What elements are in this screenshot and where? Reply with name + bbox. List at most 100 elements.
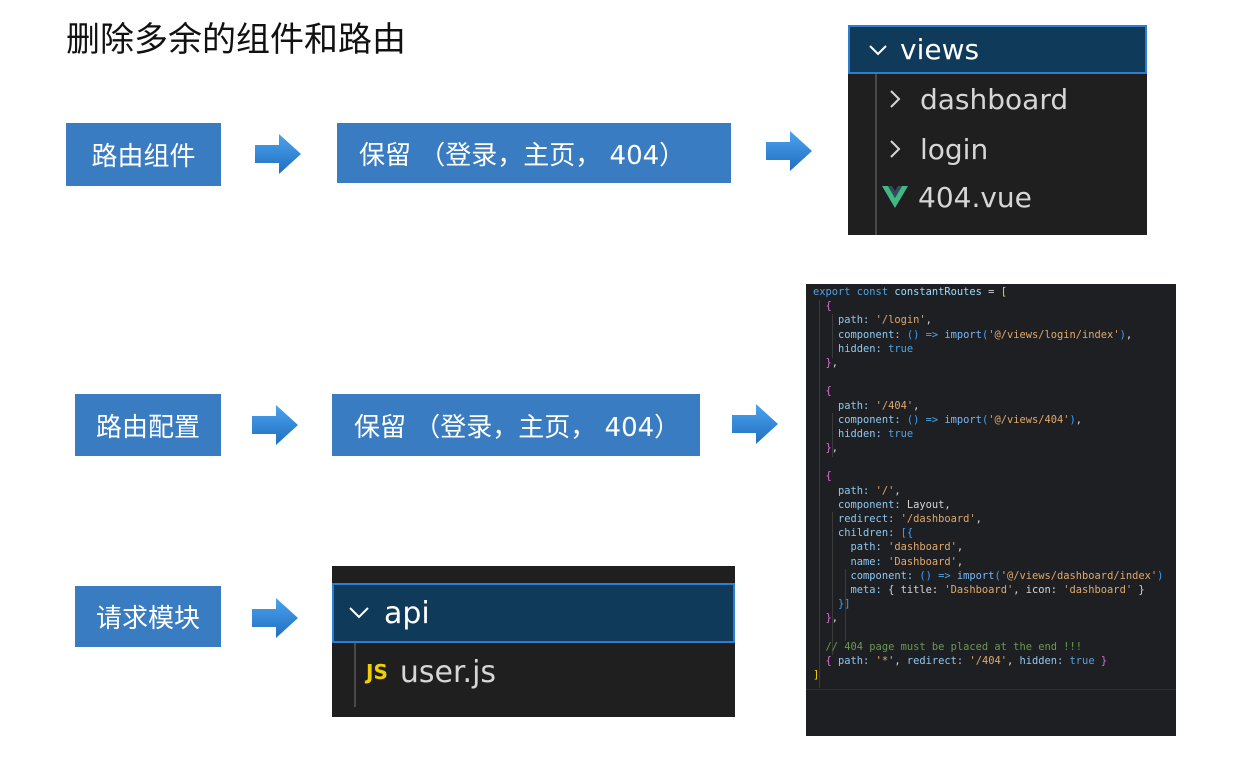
code-token: } [813,442,832,455]
code-token: } [813,356,832,369]
code-token: '*' [875,654,895,667]
code-line: { [813,469,1176,483]
code-token: }] [813,598,851,611]
code-line: export const constantRoutes = [ [813,285,1176,299]
code-line: hidden: true [813,427,1176,441]
code-token: ) [1157,569,1164,582]
code-token: 'dashboard' [1063,583,1133,596]
code-line: redirect: '/dashboard', [813,512,1176,526]
chevron-down-icon [349,607,369,619]
code-token: , [831,612,839,625]
indent-guide [354,643,356,707]
code-line: component: () => import('@/views/dashboa… [813,569,1176,583]
code-token: { [813,300,832,313]
code-token: , [975,513,982,525]
code-token: , icon: [1013,583,1064,596]
api-explorer: api JS user.js [332,566,735,717]
code-line: meta: { title: 'Dashboard', icon: 'dashb… [813,583,1176,597]
arrow-right-icon [732,404,778,444]
code-token: import [956,569,995,582]
route-config-label: 路由配置 [95,412,200,443]
code-token: , [956,541,964,554]
arrow-right-icon [766,131,812,171]
api-folder-header[interactable]: api [332,583,735,643]
code-token: '@/views/404' [988,413,1070,426]
code-token: , [894,484,901,497]
explorer-item-dashboard[interactable]: dashboard [888,81,1068,117]
indent-guide [875,74,877,235]
code-line: { [813,384,1176,398]
code-token: , [925,314,932,327]
code-token: path: [838,654,876,667]
arrow-right-icon [252,405,298,445]
code-token: '@/views/login/index' [988,328,1120,341]
code-line: children: [{ [813,526,1176,540]
code-token: true [888,427,914,440]
explorer-item-label: user.js [399,654,497,690]
code-line: path: 'dashboard', [813,540,1176,554]
code-token: { [813,385,832,398]
code-line: path: '/login', [813,313,1176,327]
code-token: redirect: [813,513,901,525]
code-token: export const [813,286,895,298]
code-token: hidden: [813,427,889,440]
code-token: name: [813,555,889,568]
code-line: name: 'Dashboard', [813,555,1176,569]
code-line: // 404 page must be placed at the end !!… [813,640,1176,654]
views-folder-name: views [900,33,980,66]
route-config-label-box: 路由配置 [75,394,221,456]
route-config-keep-box: 保留 （登录，主页， 404） [332,394,700,456]
code-token: => [919,413,945,426]
code-token: = [981,286,1001,298]
code-line: { [813,299,1176,313]
route-config-keep-text: 保留 （登录，主页， 404） [354,412,681,443]
code-line: }, [813,356,1176,370]
code-token: , [1006,654,1020,667]
code-token: meta: [813,583,889,596]
code-token: , [956,555,964,568]
vue-icon [882,186,908,208]
views-explorer: views dashboard login 404.vue [848,25,1147,235]
code-token: component: [813,328,907,341]
explorer-item-label: dashboard [920,82,1069,116]
code-token: , [1075,413,1083,426]
chevron-right-icon [890,140,901,158]
code-token: , [1125,328,1133,341]
route-components-keep-text: 保留 （登录，主页， 404） [359,140,686,171]
explorer-item-user-js[interactable]: JS user.js [366,652,496,692]
explorer-item-404-vue[interactable]: 404.vue [882,179,1032,215]
code-token: { [813,470,832,483]
code-token: path: [813,484,876,497]
code-token: [{ [900,527,914,540]
code-line: hidden: true [813,342,1176,356]
api-folder-name: api [384,595,430,631]
code-token: true [1069,654,1095,667]
code-token: () [906,328,920,341]
code-token: '/dashboard' [900,513,976,525]
code-token: '/404' [875,399,914,412]
code-line: }, [813,611,1176,625]
code-token: 'dashboard' [888,541,957,554]
code-token: } [813,612,832,625]
route-components-label: 路由组件 [91,142,196,172]
code-line: component: () => import('@/views/login/i… [813,328,1176,342]
code-token: () [906,413,920,426]
code-token: , [831,442,839,455]
route-code-panel: export const constantRoutes = [ { path: … [806,284,1176,736]
code-token: path: [813,541,889,554]
request-module-label: 请求模块 [95,604,200,634]
code-token: , [894,654,907,667]
explorer-item-login[interactable]: login [888,131,988,167]
separator-line [806,689,1176,690]
code-token: , [831,356,839,369]
chevron-right-icon [890,90,901,108]
code-token: 'Dashboard' [888,555,957,568]
code-token: import [944,413,982,426]
code-token: 'Dashboard' [944,583,1014,596]
views-folder-header[interactable]: views [848,25,1147,74]
code-token: '/login' [875,314,926,327]
code-token: children: [813,527,901,540]
arrow-right-icon [255,134,301,174]
code-token: { title: [888,583,945,596]
